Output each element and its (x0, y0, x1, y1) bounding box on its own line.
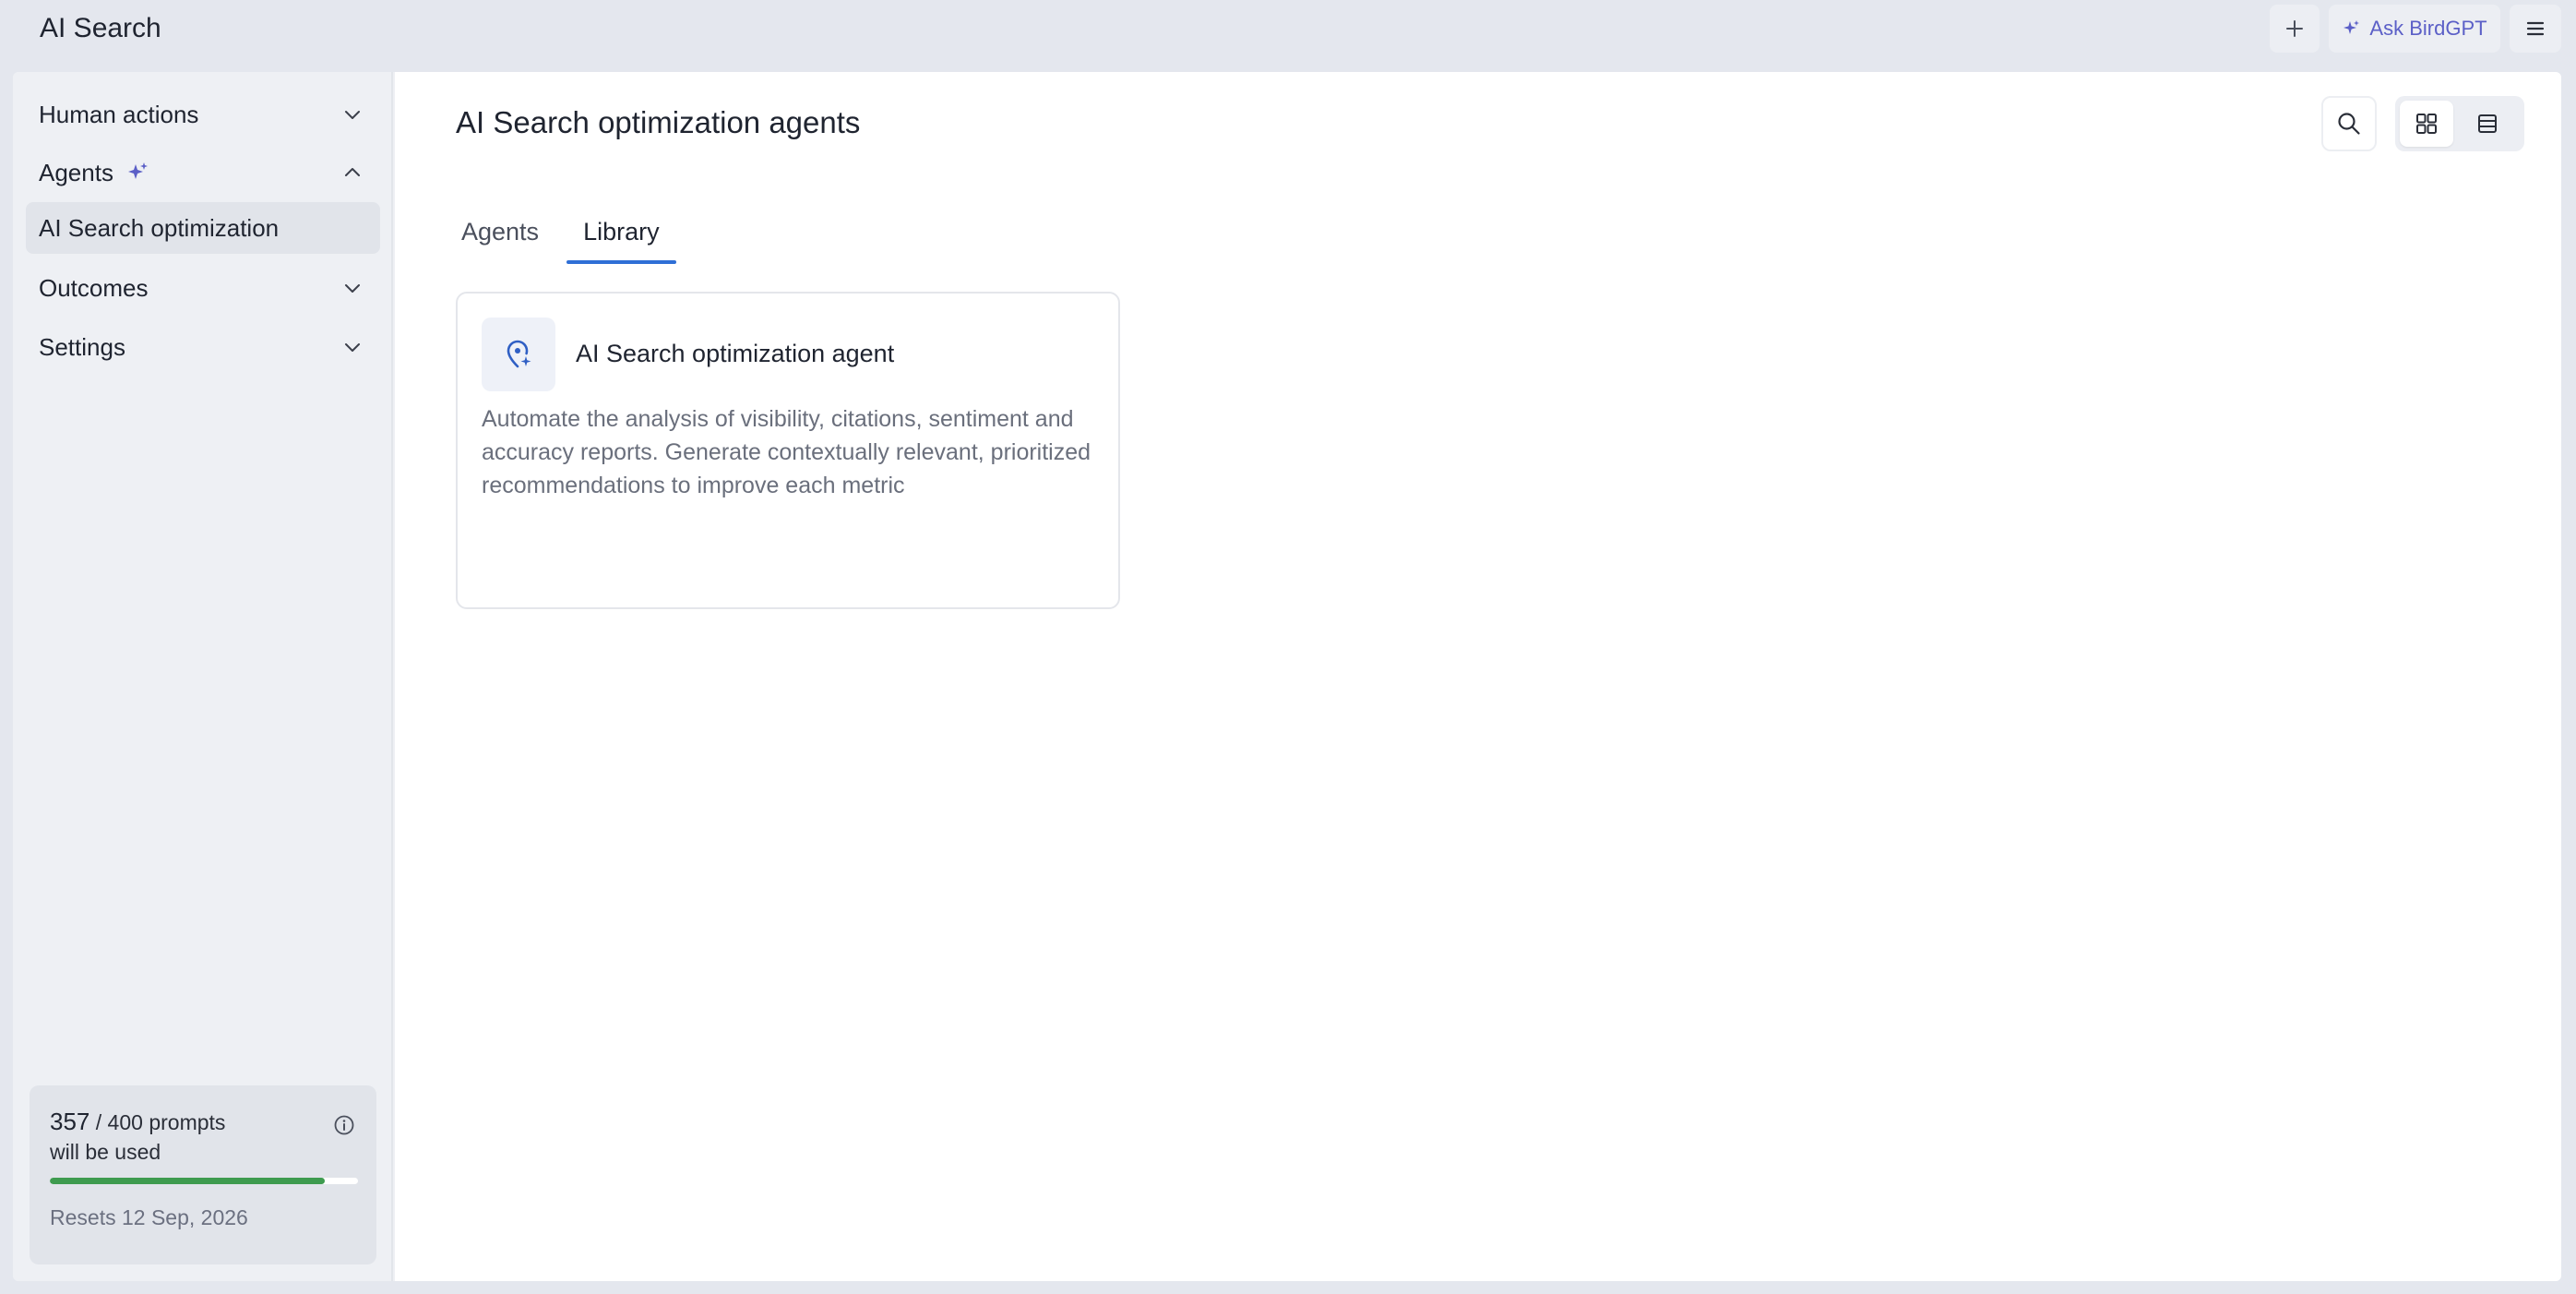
page-title: AI Search optimization agents (456, 105, 861, 139)
card-description: Automate the analysis of visibility, cit… (482, 406, 1091, 498)
sidebar-item-outcomes[interactable]: Outcomes (26, 262, 380, 314)
sidebar-item-ai-search-optimization[interactable]: AI Search optimization (26, 202, 380, 254)
sparkle-icon (2343, 20, 2360, 34)
sidebar-item-settings[interactable]: Settings (26, 321, 380, 373)
chevron-up-icon (345, 168, 360, 176)
sidebar-item-human-actions[interactable]: Human actions (26, 89, 380, 140)
usage-progress-bar (50, 1178, 358, 1184)
usage-progress-fill (50, 1178, 326, 1184)
card-title: AI Search optimization agent (576, 340, 895, 367)
usage-used: 357 (50, 1108, 90, 1135)
card-icon-container (482, 318, 555, 391)
agent-card[interactable]: AI Search optimization agent Automate th… (456, 292, 1120, 609)
search-icon (2338, 113, 2360, 135)
tabs: Agents Library (456, 209, 698, 264)
hamburger-menu-icon (2526, 21, 2545, 36)
tab-library[interactable]: Library (566, 209, 676, 264)
grid-icon (2416, 114, 2437, 134)
list-icon (2478, 114, 2497, 133)
app-frame: Human actions Agents AI Search optimizat… (13, 72, 2561, 1281)
sidebar-item-label: Settings (39, 332, 125, 361)
sidebar-item-label: Human actions (39, 100, 199, 128)
sidebar-item-label: Outcomes (39, 273, 149, 302)
app-title: AI Search (40, 13, 161, 43)
usage-count: 357 / 400 prompts (50, 1108, 356, 1136)
prompt-usage-panel: 357 / 400 prompts will be used Resets 12… (30, 1085, 376, 1264)
chevron-down-icon (345, 343, 360, 352)
chevron-down-icon (345, 284, 360, 293)
main-menu-button[interactable] (2510, 5, 2561, 53)
usage-subtext: will be used (50, 1140, 161, 1164)
main-content: AI Search optimization agents Agents Lib… (395, 72, 2561, 1281)
list-view-button[interactable] (2461, 101, 2514, 147)
sidebar-item-label: AI Search optimization (39, 213, 280, 242)
tab-agents[interactable]: Agents (456, 209, 544, 264)
add-button[interactable] (2270, 5, 2320, 53)
usage-total: / 400 prompts (95, 1110, 226, 1134)
top-bar: AI Search Ask BirdGPT (0, 0, 2576, 72)
ask-birdgpt-button[interactable]: Ask BirdGPT (2329, 5, 2500, 53)
sidebar-item-agents[interactable]: Agents (26, 147, 380, 198)
chevron-down-icon (345, 111, 360, 119)
usage-resets-date: Resets 12 Sep, 2026 (50, 1205, 248, 1229)
sidebar: Human actions Agents AI Search optimizat… (13, 72, 393, 1281)
sparkle-icon (127, 162, 148, 179)
search-button[interactable] (2321, 96, 2377, 151)
ask-birdgpt-label: Ask BirdGPT (2369, 17, 2487, 40)
info-icon[interactable] (332, 1113, 356, 1137)
location-pin-sparkle-icon (507, 340, 531, 368)
view-toggle (2395, 96, 2524, 151)
grid-view-button[interactable] (2400, 101, 2453, 147)
plus-icon (2286, 20, 2303, 37)
sidebar-item-label: Agents (39, 158, 113, 186)
